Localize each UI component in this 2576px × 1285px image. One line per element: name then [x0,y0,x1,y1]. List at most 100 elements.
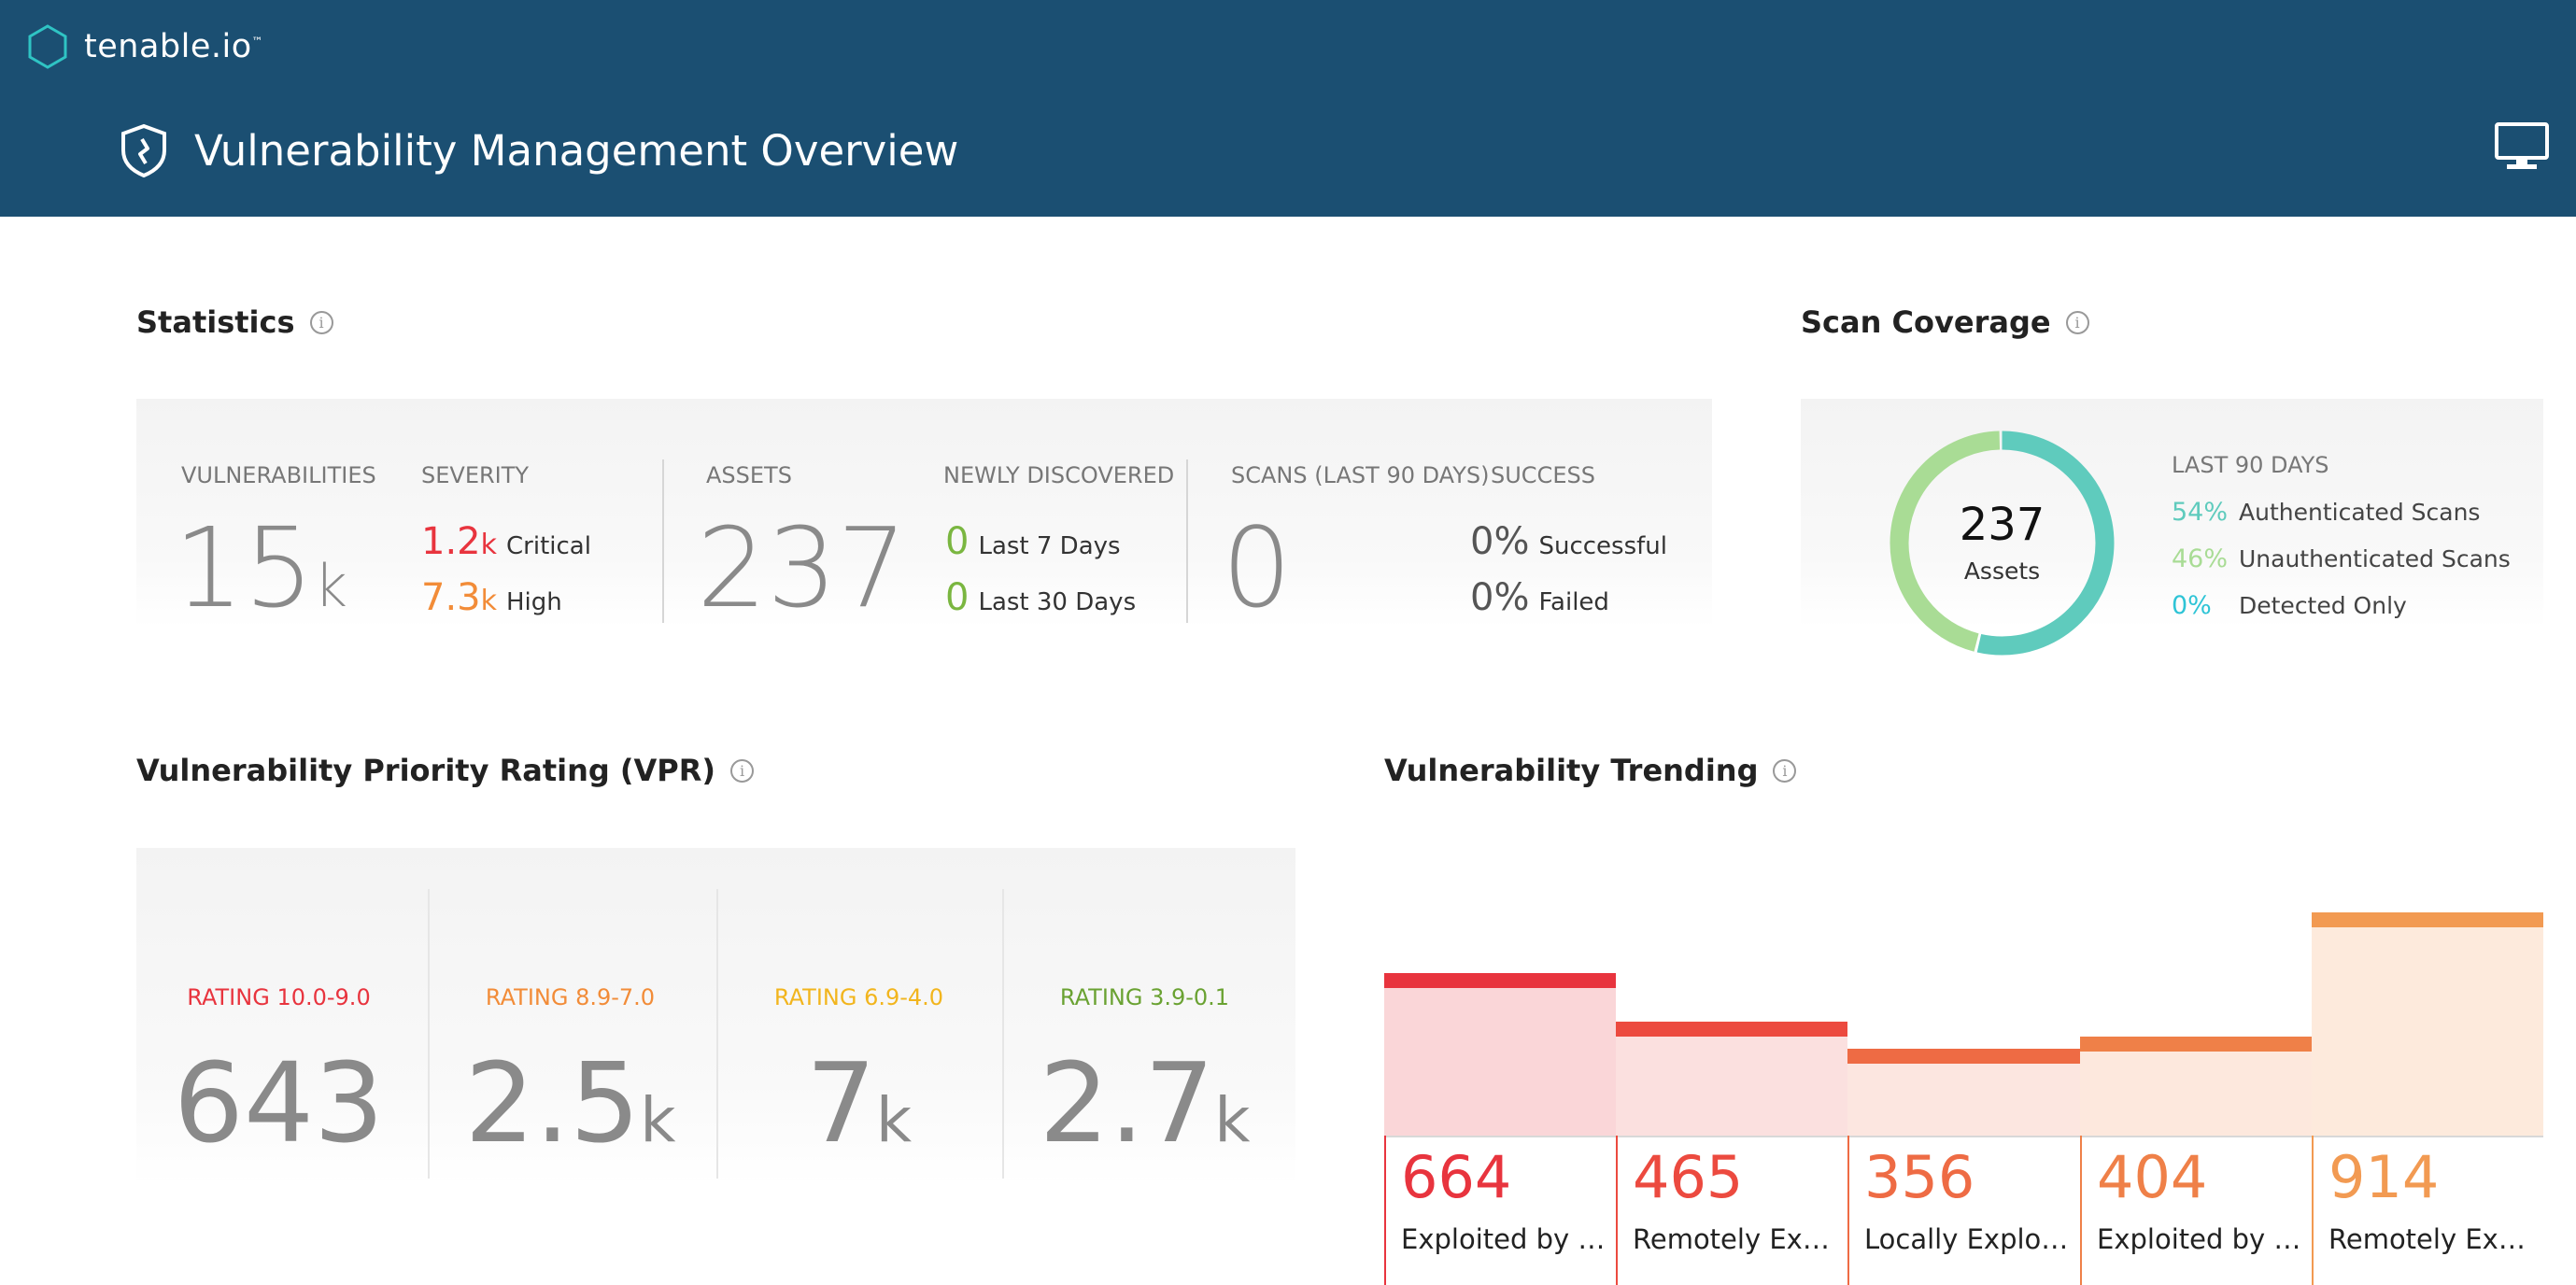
trend-bar-fill [1616,1022,1847,1136]
newly-discovered-7-days[interactable]: 0 Last 7 Days [945,520,1121,563]
vpr-rating-medium[interactable]: RATING 6.9-4.0 7k [716,889,1001,1179]
trend-bar[interactable] [2312,912,2543,1136]
trend-item[interactable]: 465 Remotely Explo... [1616,1136,1847,1285]
critical-value: 1.2 [421,520,481,563]
brand[interactable]: tenable.io™ [26,21,263,73]
high-count: 7.3k [421,576,497,619]
trend-bar[interactable] [2080,1037,2312,1136]
trend-bar-fill [2312,912,2543,1136]
vulnerability-trending-chart: 664 Exploited by Ma... 465 Remotely Explo..… [1384,876,2543,1285]
trend-label: Exploited by Fra... [2097,1223,2308,1255]
last-30-days-value: 0 [945,576,970,619]
vpr-rating-label: RATING 8.9-7.0 [485,984,656,1010]
info-icon[interactable]: i [1773,758,1797,783]
vulnerabilities-suffix: k [314,552,348,620]
info-icon[interactable]: i [309,310,333,334]
critical-text: Critical [506,532,591,560]
critical-suffix: k [480,529,497,561]
vpr-heading: Vulnerability Priority Rating (VPR) i [136,753,755,788]
donut-center-value: 237 [1959,499,2045,551]
vpr-rating-number: 7 [805,1038,876,1167]
successful-value: 0% [1470,520,1530,563]
scan-coverage-panel: 237 Assets LAST 90 DAYS 54% Authenticated… [1801,399,2543,656]
vpr-rating-suffix: k [640,1084,676,1156]
brand-name-text: tenable.io [84,28,252,65]
success-failed[interactable]: 0% Failed [1470,576,1609,619]
vulnerabilities-count[interactable]: 15k [174,513,347,623]
trend-item[interactable]: 914 Remotely Explo... [2312,1136,2543,1285]
vpr-rating-high[interactable]: RATING 8.9-7.0 2.5k [428,889,713,1179]
statistics-title: Statistics [136,304,295,340]
unauthenticated-text: Unauthenticated Scans [2239,545,2511,572]
high-text: High [506,588,562,616]
vpr-rating-value: 2.7k [1002,1048,1287,1158]
scan-coverage-heading: Scan Coverage i [1801,304,2089,340]
vpr-rating-value: 643 [136,1048,421,1158]
vulnerabilities-label: VULNERABILITIES [181,462,376,488]
hexagon-logo-icon [28,24,67,69]
trend-bar-fill [1384,973,1616,1136]
newly-discovered-30-days[interactable]: 0 Last 30 Days [945,576,1136,619]
info-icon[interactable]: i [2065,310,2089,334]
coverage-period-label: LAST 90 DAYS [2172,452,2329,478]
critical-count: 1.2k [421,520,497,563]
statistics-heading: Statistics i [136,304,333,340]
authenticated-pct: 54% [2172,498,2229,527]
trend-value: 664 [1401,1143,1512,1211]
trademark: ™ [251,35,264,49]
trend-bar-cap [1847,1049,2080,1064]
trend-bar[interactable] [1384,973,1616,1136]
severity-high[interactable]: 7.3k High [421,576,562,619]
trending-title: Vulnerability Trending [1384,753,1759,788]
high-value: 7.3 [421,576,481,619]
vpr-rating-critical[interactable]: RATING 10.0-9.0 643 [136,889,421,1179]
coverage-row-authenticated[interactable]: 54% Authenticated Scans [2172,498,2480,527]
coverage-row-unauthenticated[interactable]: 46% Unauthenticated Scans [2172,544,2511,573]
authenticated-text: Authenticated Scans [2239,499,2481,526]
page-title-group: Vulnerability Management Overview [118,118,958,183]
divider [1186,459,1188,623]
monitor-icon[interactable] [2494,121,2550,172]
success-label: SUCCESS [1491,462,1595,488]
failed-value: 0% [1470,576,1530,619]
trend-label: Remotely Explo... [1633,1223,1844,1255]
trend-label: Remotely Explo... [2328,1223,2540,1255]
trend-label: Exploited by Ma... [1401,1223,1612,1255]
trend-bar-cap [1616,1022,1847,1037]
donut-center-label: Assets [1963,558,2041,585]
trend-bar-cap [2312,912,2543,927]
trending-heading: Vulnerability Trending i [1384,753,1797,788]
vulnerabilities-value: 15 [174,503,315,632]
trend-bar-cap [1384,973,1616,988]
success-successful[interactable]: 0% Successful [1470,520,1667,563]
last-7-days-value: 0 [945,520,970,563]
divider [662,459,664,623]
coverage-row-detected-only[interactable]: 0% Detected Only [2172,591,2407,620]
vpr-rating-label: RATING 3.9-0.1 [1059,984,1230,1010]
trend-value: 356 [1864,1143,1975,1211]
trend-bar[interactable] [1616,1022,1847,1136]
trend-item[interactable]: 404 Exploited by Fra... [2080,1136,2312,1285]
assets-label: ASSETS [706,462,792,488]
last-30-days-text: Last 30 Days [978,588,1137,616]
severity-critical[interactable]: 1.2k Critical [421,520,591,563]
trend-bar[interactable] [1847,1049,2080,1136]
scans-count[interactable]: 0 [1222,513,1292,623]
vpr-rating-number: 643 [173,1038,385,1167]
detected-only-text: Detected Only [2239,592,2407,619]
vpr-rating-low[interactable]: RATING 3.9-0.1 2.7k [1002,889,1287,1179]
brand-name: tenable.io™ [84,28,263,65]
info-icon[interactable]: i [730,758,755,783]
failed-text: Failed [1538,588,1609,616]
scans-label: SCANS (LAST 90 DAYS) [1231,462,1490,488]
trend-item[interactable]: 664 Exploited by Ma... [1384,1136,1616,1285]
vpr-rating-number: 2.5 [464,1038,641,1167]
unauthenticated-pct: 46% [2172,544,2229,573]
assets-count[interactable]: 237 [697,513,907,623]
vpr-rating-value: 7k [716,1048,1001,1158]
statistics-panel: VULNERABILITIES 15k SEVERITY 1.2k Critic… [136,399,1712,628]
last-7-days-text: Last 7 Days [978,532,1121,560]
trend-item[interactable]: 356 Locally Exploita... [1847,1136,2080,1285]
page-title: Vulnerability Management Overview [194,125,959,176]
severity-label: SEVERITY [421,462,530,488]
